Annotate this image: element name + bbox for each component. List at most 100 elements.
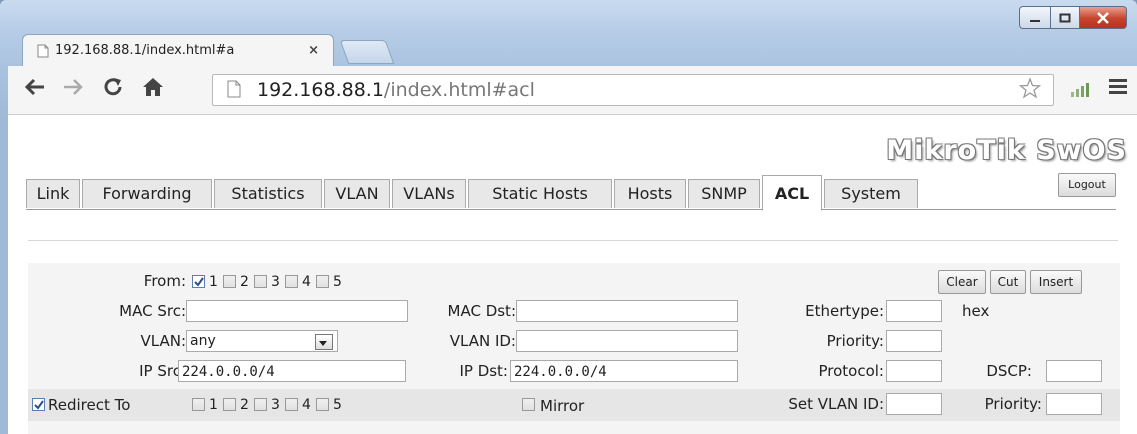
redirect-port-5-label: 5	[333, 397, 342, 413]
dscp-label: DSCP:	[986, 362, 1032, 380]
bookmark-star-icon[interactable]	[1019, 77, 1041, 99]
from-row: From: 1 2 3 4 5 Clear Cut Insert	[28, 267, 1120, 297]
from-port-3-label: 3	[271, 274, 280, 290]
mirror-checkbox[interactable]	[522, 398, 535, 411]
redirect-label: Redirect To	[48, 396, 131, 414]
priority-label: Priority:	[826, 332, 884, 350]
vlan-select-value: any	[190, 333, 216, 349]
mirror-label: Mirror	[540, 397, 585, 415]
from-port-1-checkbox[interactable]	[192, 275, 205, 288]
main-tabs: Link Forwarding Statistics VLAN VLANs St…	[26, 175, 1116, 211]
priority-input[interactable]	[886, 330, 942, 352]
logout-button[interactable]: Logout	[1058, 173, 1116, 197]
url-text: 192.168.88.1/index.html#acl	[257, 79, 535, 101]
redirect-port-5-checkbox[interactable]	[316, 398, 329, 411]
tab-vlan[interactable]: VLAN	[324, 179, 390, 208]
tab-hosts[interactable]: Hosts	[614, 179, 686, 208]
set-vlan-id-input[interactable]	[886, 393, 942, 415]
mac-src-label: MAC Src:	[119, 302, 186, 320]
redirect-port-1-label: 1	[209, 397, 218, 413]
ip-src-input[interactable]: 224.0.0.0/4	[178, 360, 406, 382]
browser-toolbar: 192.168.88.1/index.html#acl	[8, 66, 1137, 115]
redirect-port-3-checkbox[interactable]	[254, 398, 267, 411]
mac-src-input[interactable]	[186, 300, 408, 322]
insert-button[interactable]: Insert	[1030, 270, 1082, 294]
redirect-port-3-label: 3	[271, 397, 280, 413]
window-controls	[1019, 6, 1127, 29]
tab-close-button[interactable]: ×	[308, 43, 319, 58]
maximize-button[interactable]	[1051, 6, 1080, 29]
from-port-5-checkbox[interactable]	[316, 275, 329, 288]
close-icon	[1097, 11, 1109, 24]
from-port-4-checkbox[interactable]	[285, 275, 298, 288]
home-icon[interactable]	[142, 76, 164, 98]
from-port-2-checkbox[interactable]	[223, 275, 236, 288]
mac-row: MAC Src: MAC Dst: Ethertype: hex	[28, 297, 1120, 327]
vlan-id-label: VLAN ID:	[449, 332, 516, 350]
redirect-row: Redirect To 1 2 3 4 5 Mirror Set VLAN ID…	[28, 389, 1120, 421]
clear-button[interactable]: Clear	[938, 270, 986, 294]
url-host: 192.168.88.1	[257, 79, 384, 101]
redirect-port-4-checkbox[interactable]	[285, 398, 298, 411]
minimize-icon	[1030, 19, 1040, 22]
checkmark-icon	[34, 400, 44, 410]
divider	[28, 240, 1118, 241]
cut-button[interactable]: Cut	[990, 270, 1026, 294]
dscp-input[interactable]	[1046, 360, 1102, 382]
from-label: From:	[143, 272, 186, 290]
from-port-5-label: 5	[333, 274, 342, 290]
from-port-3-checkbox[interactable]	[254, 275, 267, 288]
ethertype-unit: hex	[962, 302, 990, 320]
set-vlan-id-label: Set VLAN ID:	[788, 395, 884, 413]
forward-icon[interactable]	[62, 76, 84, 98]
minimize-button[interactable]	[1019, 6, 1051, 29]
tab-title: 192.168.88.1/index.html#a	[55, 43, 235, 58]
tab-static-hosts[interactable]: Static Hosts	[468, 179, 612, 208]
vlan-id-input[interactable]	[516, 330, 738, 352]
acl-rule-form: From: 1 2 3 4 5 Clear Cut Insert MAC Src	[28, 263, 1120, 434]
browser-tab[interactable]: 192.168.88.1/index.html#a ×	[22, 34, 334, 67]
from-port-1-label: 1	[209, 274, 218, 290]
mac-dst-label: MAC Dst:	[447, 302, 516, 320]
ip-src-label: IP Src:	[139, 362, 186, 380]
tab-vlans[interactable]: VLANs	[392, 179, 466, 208]
mac-dst-input[interactable]	[516, 300, 738, 322]
set-priority-input[interactable]	[1046, 393, 1102, 415]
url-path: /index.html#acl	[383, 79, 535, 101]
signal-bars-icon[interactable]	[1070, 82, 1090, 98]
close-window-button[interactable]	[1080, 6, 1127, 29]
tab-statistics[interactable]: Statistics	[214, 179, 322, 208]
back-icon[interactable]	[24, 76, 46, 98]
maximize-icon	[1059, 13, 1071, 22]
ip-dst-label: IP Dst:	[459, 362, 508, 380]
page-icon	[37, 44, 49, 57]
protocol-input[interactable]	[886, 360, 942, 382]
tab-system[interactable]: System	[824, 179, 918, 208]
redirect-port-2-label: 2	[240, 397, 249, 413]
vlan-label: VLAN:	[140, 332, 187, 350]
brand-title: MikroTik SwOS	[886, 135, 1127, 166]
ip-row: IP Src: 224.0.0.0/4 IP Dst: 224.0.0.0/4 …	[28, 357, 1120, 387]
redirect-port-1-checkbox[interactable]	[192, 398, 205, 411]
vlan-select[interactable]: any	[186, 330, 338, 352]
new-tab-button[interactable]	[339, 40, 395, 64]
ip-dst-input[interactable]: 224.0.0.0/4	[510, 360, 738, 382]
redirect-port-2-checkbox[interactable]	[223, 398, 236, 411]
address-bar[interactable]: 192.168.88.1/index.html#acl	[212, 74, 1054, 106]
web-page: MikroTik SwOS Link Forwarding Statistics…	[8, 115, 1137, 434]
dropdown-arrow-icon	[315, 334, 333, 350]
protocol-label: Protocol:	[818, 362, 884, 380]
page-icon	[227, 80, 241, 98]
redirect-checkbox[interactable]	[32, 398, 45, 411]
redirect-port-4-label: 4	[302, 397, 311, 413]
vlan-row: VLAN: any VLAN ID: Priority:	[28, 327, 1120, 357]
ethertype-input[interactable]	[886, 300, 942, 322]
reload-icon[interactable]	[102, 76, 124, 98]
tab-link[interactable]: Link	[26, 179, 80, 208]
checkmark-icon	[194, 277, 204, 287]
tab-acl[interactable]: ACL	[762, 175, 822, 211]
browser-window: 192.168.88.1/index.html#a × 192.168.88.1…	[0, 0, 1137, 434]
menu-icon[interactable]	[1108, 76, 1128, 96]
tab-forwarding[interactable]: Forwarding	[82, 179, 212, 208]
tab-snmp[interactable]: SNMP	[688, 179, 760, 208]
